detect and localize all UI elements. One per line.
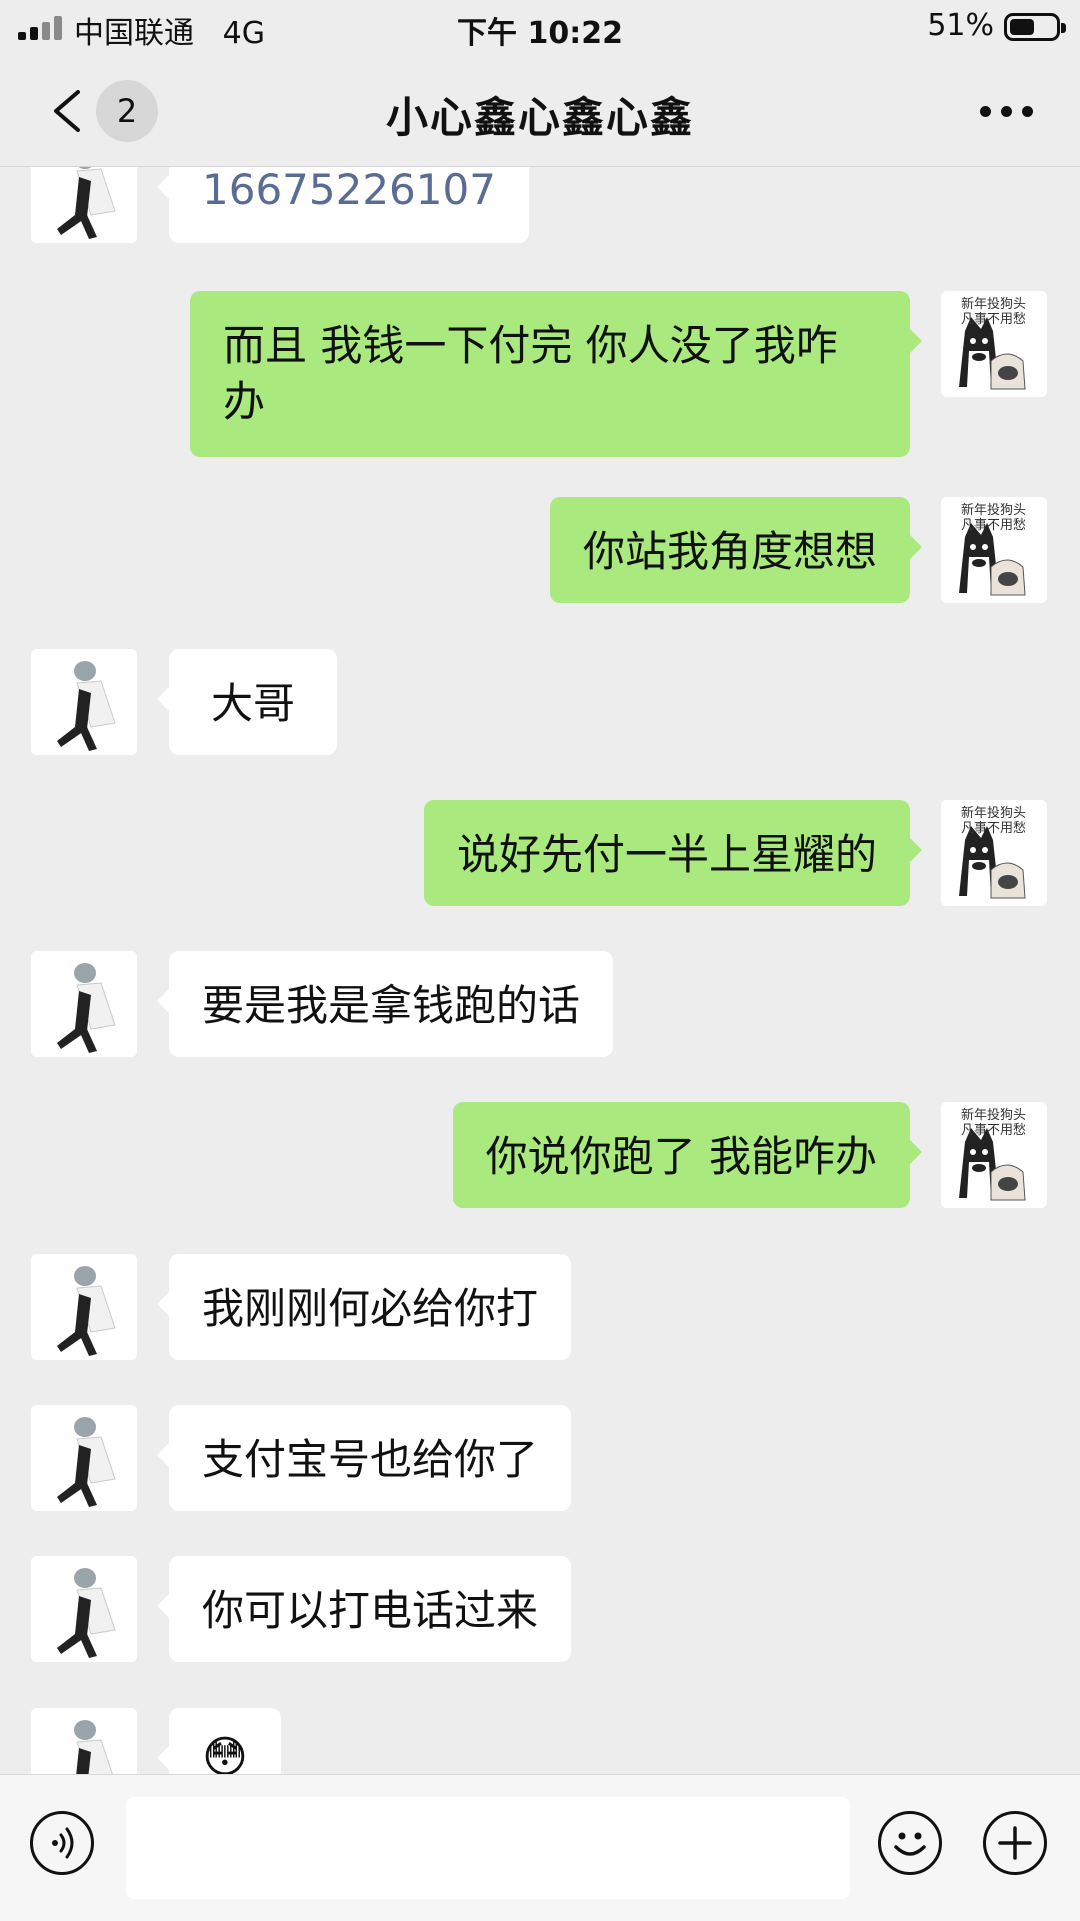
status-bar: 中国联通 4G 下午 10:22 51% [0,0,1080,56]
sticker-caption: 新年投狗头 凡事不用愁 [961,297,1027,327]
sticker-caption: 新年投狗头 凡事不用愁 [961,1108,1027,1138]
sticker-caption: 新年投狗头 凡事不用愁 [961,806,1027,836]
battery-percent: 51% [927,8,994,43]
chat-header: 2 小心鑫心鑫心鑫 [0,56,1080,167]
message-bubble-incoming[interactable]: 16675226107 [157,167,529,243]
contact-avatar[interactable] [31,1405,137,1511]
contact-avatar[interactable] [31,1556,137,1662]
my-avatar[interactable]: 新年投狗头 凡事不用愁 [941,497,1047,603]
message-list[interactable]: 16675226107 而且 我钱一下付完 你人没了我咋办 新年投狗头 凡事不用愁… [0,167,1080,1774]
message-bubble-incoming[interactable]: 支付宝号也给你了 [156,1405,572,1511]
my-avatar[interactable]: 新年投狗头 凡事不用愁 [941,291,1047,397]
my-avatar[interactable]: 新年投狗头 凡事不用愁 [941,1102,1047,1208]
message-bubble-incoming[interactable]: 大哥 [156,649,338,755]
sticker-caption: 新年投狗头 凡事不用愁 [961,503,1027,533]
more-dots-icon[interactable] [980,106,1034,118]
chat-title: 小心鑫心鑫心鑫 [385,93,694,142]
plus-icon[interactable] [983,1811,1047,1875]
message-bubble-incoming[interactable]: 要是我是拿钱跑的话 [156,951,614,1057]
message-bubble-outgoing[interactable]: 你说你跑了 我能咋办 [452,1102,923,1208]
battery-icon [1004,13,1066,41]
contact-avatar[interactable] [31,951,137,1057]
message-bubble-incoming[interactable]: 😳 [157,1708,281,1774]
emoji-icon[interactable] [878,1811,942,1875]
message-bubble-outgoing[interactable]: 而且 我钱一下付完 你人没了我咋办 [190,291,922,457]
message-bubble-incoming[interactable]: 我刚刚何必给你打 [156,1254,572,1360]
message-bubble-outgoing[interactable]: 你站我角度想想 [549,497,923,603]
contact-avatar[interactable] [31,1708,137,1774]
my-avatar[interactable]: 新年投狗头 凡事不用愁 [941,800,1047,906]
message-bubble-incoming[interactable]: 你可以打电话过来 [156,1556,572,1662]
contact-avatar[interactable] [31,649,137,755]
status-time: 下午 10:22 [457,16,623,51]
message-bubble-outgoing[interactable]: 说好先付一半上星耀的 [423,800,923,906]
contact-avatar[interactable] [31,1254,137,1360]
contact-avatar[interactable] [31,167,137,243]
input-bar [0,1774,1080,1921]
voice-icon[interactable] [30,1811,94,1875]
message-input[interactable] [126,1797,850,1899]
